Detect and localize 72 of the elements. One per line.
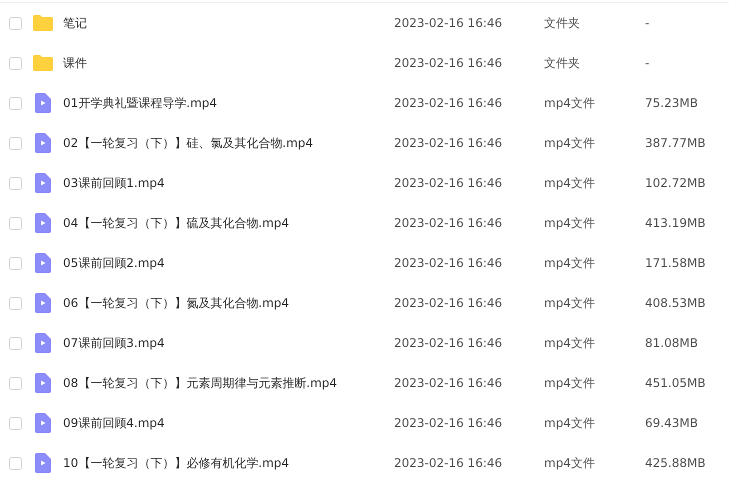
file-type: mp4文件 — [544, 134, 596, 152]
file-size: 69.43MB — [645, 416, 699, 430]
video-file-icon — [35, 133, 51, 153]
checkbox[interactable] — [9, 256, 22, 270]
modified-date: 2023-02-16 16:46 — [394, 56, 504, 70]
checkbox[interactable] — [9, 56, 22, 70]
modified-date: 2023-02-16 16:46 — [394, 336, 504, 350]
modified-date: 2023-02-16 16:46 — [394, 176, 504, 190]
video-file-icon — [35, 213, 51, 233]
file-type: mp4文件 — [544, 414, 596, 432]
modified-date: 2023-02-16 16:46 — [394, 136, 504, 150]
video-file-icon — [35, 93, 51, 113]
file-type: mp4文件 — [544, 374, 596, 392]
modified-date: 2023-02-16 16:46 — [394, 216, 504, 230]
file-type: mp4文件 — [544, 214, 596, 232]
file-type: mp4文件 — [544, 94, 596, 112]
checkbox[interactable] — [9, 336, 22, 350]
file-name[interactable]: 07课前回顾3.mp4 — [63, 334, 394, 352]
file-type: mp4文件 — [544, 454, 596, 472]
file-size: 387.77MB — [645, 136, 707, 150]
checkbox[interactable] — [9, 136, 22, 150]
checkbox[interactable] — [9, 176, 22, 190]
file-size: 413.19MB — [645, 216, 707, 230]
checkbox[interactable] — [9, 16, 22, 30]
file-name[interactable]: 09课前回顾4.mp4 — [63, 414, 394, 432]
file-type: mp4文件 — [544, 174, 596, 192]
video-file-icon — [35, 333, 51, 353]
file-size: 81.08MB — [645, 336, 699, 350]
modified-date: 2023-02-16 16:46 — [394, 16, 504, 30]
file-name[interactable]: 04【一轮复习（下）】硫及其化合物.mp4 — [63, 214, 394, 232]
file-type: mp4文件 — [544, 334, 596, 352]
checkbox[interactable] — [9, 96, 22, 110]
checkbox[interactable] — [9, 216, 22, 230]
file-name[interactable]: 02【一轮复习（下）】硅、氯及其化合物.mp4 — [63, 134, 394, 152]
video-file-icon — [35, 413, 51, 433]
file-type: 文件夹 — [544, 54, 581, 72]
folder-icon — [33, 15, 53, 31]
folder-icon — [33, 55, 53, 71]
checkbox[interactable] — [9, 456, 22, 470]
file-name[interactable]: 课件 — [63, 54, 394, 72]
modified-date: 2023-02-16 16:46 — [394, 296, 504, 310]
modified-date: 2023-02-16 16:46 — [394, 256, 504, 270]
file-size: 171.58MB — [645, 256, 707, 270]
modified-date: 2023-02-16 16:46 — [394, 456, 504, 470]
modified-date: 2023-02-16 16:46 — [394, 416, 504, 430]
file-name[interactable]: 08【一轮复习（下）】元素周期律与元素推断.mp4 — [63, 374, 394, 392]
file-size: 451.05MB — [645, 376, 707, 390]
file-size: 75.23MB — [645, 96, 699, 110]
file-size: - — [645, 56, 650, 70]
modified-date: 2023-02-16 16:46 — [394, 96, 504, 110]
file-name[interactable]: 笔记 — [63, 14, 394, 32]
file-size: 408.53MB — [645, 296, 707, 310]
file-name[interactable]: 03课前回顾1.mp4 — [63, 174, 394, 192]
modified-date: 2023-02-16 16:46 — [394, 376, 504, 390]
file-type: mp4文件 — [544, 294, 596, 312]
video-file-icon — [35, 173, 51, 193]
file-name[interactable]: 10【一轮复习（下）】必修有机化学.mp4 — [63, 454, 394, 472]
file-type: mp4文件 — [544, 254, 596, 272]
video-file-icon — [35, 253, 51, 273]
file-name[interactable]: 06【一轮复习（下）】氮及其化合物.mp4 — [63, 294, 394, 312]
file-name[interactable]: 05课前回顾2.mp4 — [63, 254, 394, 272]
file-size: 102.72MB — [645, 176, 707, 190]
file-type: 文件夹 — [544, 14, 581, 32]
video-file-icon — [35, 453, 51, 473]
checkbox[interactable] — [9, 416, 22, 430]
checkbox[interactable] — [9, 296, 22, 310]
video-file-icon — [35, 373, 51, 393]
file-size: - — [645, 16, 650, 30]
video-file-icon — [35, 293, 51, 313]
checkbox[interactable] — [9, 376, 22, 390]
file-size: 425.88MB — [645, 456, 707, 470]
file-name[interactable]: 01开学典礼暨课程导学.mp4 — [63, 94, 394, 112]
